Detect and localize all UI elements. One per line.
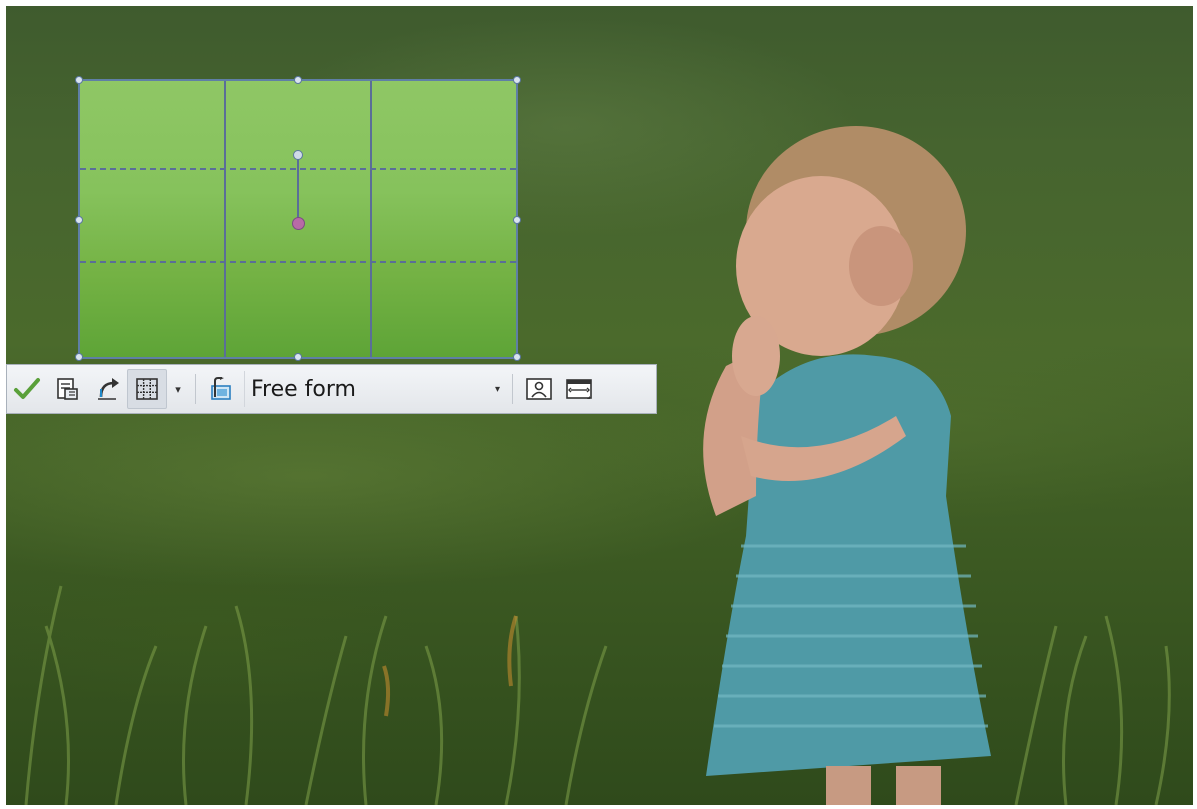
aspect-ratio-select[interactable]: Free form ▾ xyxy=(244,371,506,407)
grid-line-vertical xyxy=(224,81,226,357)
landscape-frame-icon xyxy=(566,379,592,399)
resize-handle-bottom-left[interactable] xyxy=(75,353,83,361)
grass-foreground xyxy=(24,585,1171,805)
crop-toolbar: ▾ Free form ▾ xyxy=(6,364,657,414)
rotation-center-handle[interactable] xyxy=(292,217,305,230)
grid-line-horizontal xyxy=(80,261,516,263)
rotate-button[interactable] xyxy=(87,369,127,409)
resize-handle-left[interactable] xyxy=(75,216,83,224)
grid-overlay-button[interactable] xyxy=(127,369,167,409)
image-canvas[interactable]: ▾ Free form ▾ xyxy=(6,6,1193,805)
confirm-crop-button[interactable] xyxy=(7,369,47,409)
aspect-ratio-value: Free form xyxy=(251,376,356,402)
person-portrait-icon xyxy=(526,378,552,400)
grid-icon xyxy=(136,378,158,400)
rotation-arm xyxy=(297,155,299,219)
resize-handle-top-left[interactable] xyxy=(75,76,83,84)
landscape-button[interactable] xyxy=(559,369,599,409)
resize-handle-bottom-right[interactable] xyxy=(513,353,521,361)
grid-options-dropdown[interactable]: ▾ xyxy=(167,369,189,409)
checkmark-icon xyxy=(14,378,40,399)
chevron-down-icon: ▾ xyxy=(175,382,181,396)
crop-save-button[interactable] xyxy=(47,369,87,409)
child-figure xyxy=(703,126,991,805)
resize-handle-right[interactable] xyxy=(513,216,521,224)
grid-line-vertical xyxy=(370,81,372,357)
toolbar-divider xyxy=(195,374,196,404)
chevron-down-icon: ▾ xyxy=(494,383,500,395)
rotate-icon xyxy=(98,378,119,400)
toolbar-divider xyxy=(512,374,513,404)
resize-handle-bottom[interactable] xyxy=(294,353,302,361)
resize-handle-top-right[interactable] xyxy=(513,76,521,84)
resize-handle-top[interactable] xyxy=(294,76,302,84)
crop-region[interactable] xyxy=(75,76,521,361)
rotation-handle[interactable] xyxy=(293,150,303,160)
ratio-icon xyxy=(211,377,231,400)
document-crop-icon xyxy=(57,378,78,400)
aspect-preset-button[interactable] xyxy=(202,369,242,409)
portrait-button[interactable] xyxy=(519,369,559,409)
